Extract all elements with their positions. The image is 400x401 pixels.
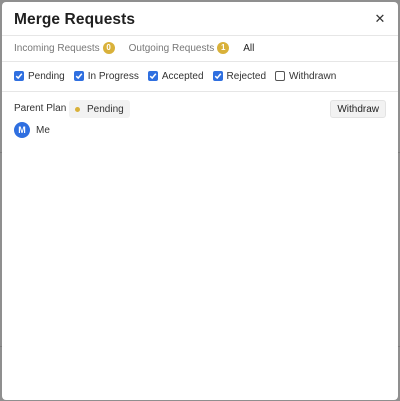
filter-label: Pending (28, 70, 65, 82)
filter-label: Accepted (161, 70, 204, 82)
filters-divider (2, 91, 398, 92)
filter-withdrawn[interactable]: Withdrawn (275, 71, 336, 82)
checkbox-unchecked-icon[interactable] (275, 71, 286, 81)
tab-all[interactable]: All (243, 43, 254, 54)
checkbox-checked-icon[interactable] (212, 71, 223, 81)
checkbox-checked-icon[interactable] (147, 71, 158, 81)
merge-requests-dialog: Merge Requests ✕ Incoming Requests 0 Out… (2, 2, 398, 400)
status-filters: Pending In Progress Accepted Rejected Wi… (14, 68, 345, 84)
tabs-divider (2, 61, 398, 62)
checkbox-checked-icon[interactable] (73, 71, 84, 81)
checkbox-checked-icon[interactable] (14, 71, 24, 81)
withdraw-button[interactable]: Withdraw (330, 100, 386, 118)
count-badge: 1 (217, 42, 230, 54)
dialog-title: Merge Requests (14, 11, 136, 28)
author-name: Me (36, 124, 50, 136)
tab-outgoing-requests[interactable]: Outgoing Requests 1 (129, 42, 230, 54)
filter-label: Rejected (226, 70, 267, 82)
tab-label: All (243, 42, 255, 54)
request-tabs: Incoming Requests 0 Outgoing Requests 1 … (14, 38, 268, 58)
filter-in-progress[interactable]: In Progress (73, 70, 139, 82)
close-icon[interactable]: ✕ (372, 10, 388, 28)
filter-accepted[interactable]: Accepted (147, 70, 204, 82)
status-label: Pending (87, 103, 124, 115)
tab-label: Incoming Requests (14, 42, 100, 54)
header-divider (2, 35, 398, 36)
filter-label: In Progress (87, 70, 139, 82)
status-dot-icon (75, 106, 80, 112)
filter-rejected[interactable]: Rejected (212, 70, 267, 82)
count-badge: 0 (102, 42, 115, 54)
plan-name: Parent Plan (14, 103, 67, 114)
filter-pending[interactable]: Pending (14, 71, 65, 82)
request-author: M Me (14, 121, 50, 139)
request-row: Parent Plan Pending Withdraw (14, 99, 386, 119)
avatar: M (14, 122, 30, 138)
status-badge: Pending (69, 100, 130, 118)
dialog-header: Merge Requests ✕ (14, 9, 388, 31)
tab-incoming-requests[interactable]: Incoming Requests 0 (14, 42, 115, 54)
tab-label: Outgoing Requests (128, 42, 215, 54)
filter-label: Withdrawn (289, 70, 337, 82)
